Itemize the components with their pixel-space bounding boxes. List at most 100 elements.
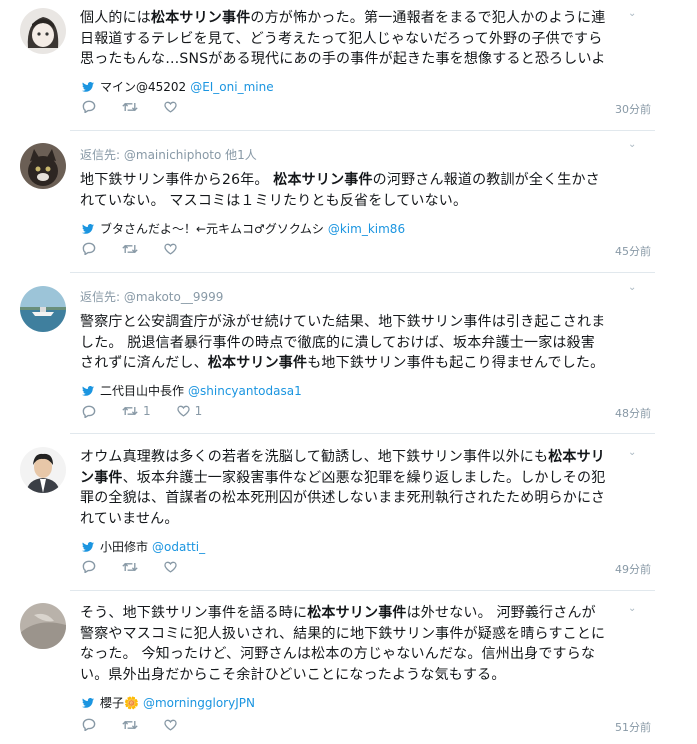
like-button[interactable] <box>164 561 177 573</box>
tweet-text-segment: れていません。 <box>80 510 179 527</box>
source-user-name[interactable]: 小田修市 <box>100 538 148 555</box>
timestamp[interactable]: 45分前 <box>615 243 651 259</box>
avatar[interactable] <box>20 8 66 54</box>
tweet-text: 警察庁と公安調査庁が泳がせ続けていた結果、地下鉄サリン事件は引き起こされま した。… <box>80 312 620 374</box>
tweet-text-line: されずに済んだし、松本サリン事件も地下鉄サリン事件も起こり得ませんでした。 <box>80 353 620 374</box>
source-user-handle[interactable]: @morninggloryJPN <box>143 696 255 710</box>
like-button[interactable] <box>164 243 177 255</box>
source-user[interactable]: 櫻子🌼 @morninggloryJPN <box>82 694 255 711</box>
reply-to-handle[interactable]: @mainichiphoto <box>124 148 221 162</box>
source-user[interactable]: マイン@45202 @EI_oni_mine <box>82 78 274 95</box>
heart-icon[interactable] <box>164 561 177 573</box>
tweet-separator <box>70 590 655 591</box>
source-user-name[interactable]: 二代目山中長作 <box>100 382 184 399</box>
tweet-text-segment: 罪の全貌は、首謀者の松本死刑囚が供述しないまま死刑執行されたため明らかにさ <box>80 490 606 506</box>
reply-button[interactable] <box>82 560 96 573</box>
avatar[interactable] <box>20 286 66 332</box>
source-user-handle[interactable]: @odatti_ <box>152 540 205 554</box>
reply-icon[interactable] <box>82 405 96 418</box>
reply-icon[interactable] <box>82 718 96 731</box>
source-user-name[interactable]: ブタさんだよ～！←元キムコ♂グソクムシ <box>100 220 324 237</box>
reply-button[interactable] <box>82 242 96 255</box>
source-user[interactable]: ブタさんだよ～！←元キムコ♂グソクムシ @kim_kim86 <box>82 220 405 237</box>
avatar[interactable] <box>20 143 66 189</box>
source-user-handle[interactable]: @kim_kim86 <box>328 222 405 236</box>
avatar[interactable] <box>20 603 66 649</box>
retweet-icon[interactable] <box>122 405 138 417</box>
tweet-feed: 個人的には松本サリン事件の方が怖かった。第一通報者をまるで犯人かのように連 日報道… <box>0 0 697 744</box>
twitter-bird-icon <box>82 385 94 396</box>
retweet-button[interactable] <box>122 561 138 573</box>
keyword-highlight: 松本サリン事件 <box>207 355 308 371</box>
like-count: 1 <box>194 404 203 418</box>
like-button[interactable] <box>164 101 177 113</box>
chevron-down-icon[interactable]: ⌄ <box>628 282 636 293</box>
source-user[interactable]: 小田修市 @odatti_ <box>82 538 205 555</box>
tweet-text-segment: した。 脱退信者暴行事件の時点で徹底的に潰しておけば、坂本弁護士一家は殺害 <box>80 334 596 351</box>
keyword-highlight: 松本サリン事件 <box>307 605 407 621</box>
twitter-bird-icon <box>82 81 94 92</box>
heart-icon[interactable] <box>164 101 177 113</box>
tweet-text-line: い。県外出身だからこそ余計ひどいことになったような気もする。 <box>80 665 620 686</box>
tweet-text-line: 罪の全貌は、首謀者の松本死刑囚が供述しないまま死刑執行されたため明らかにさ <box>80 488 620 509</box>
tweet-actions: 11 <box>82 404 228 418</box>
timestamp[interactable]: 51分前 <box>615 719 651 735</box>
chevron-down-icon[interactable]: ⌄ <box>628 447 636 458</box>
timestamp[interactable]: 48分前 <box>615 405 651 421</box>
retweet-count: 1 <box>143 404 151 418</box>
keyword-highlight: 松本サリン事件 <box>273 172 373 188</box>
reply-button[interactable] <box>82 405 96 418</box>
like-button[interactable]: 1 <box>176 404 203 418</box>
retweet-icon[interactable] <box>122 243 138 255</box>
twitter-bird-icon <box>82 223 94 234</box>
avatar[interactable] <box>20 447 66 493</box>
reply-to-line: 返信先: @mainichiphoto 他1人 <box>80 146 257 163</box>
reply-button[interactable] <box>82 718 96 731</box>
tweet-text-segment: の方が怖かった。第一通報者をまるで犯人かのように連 <box>250 10 606 26</box>
chevron-down-icon[interactable]: ⌄ <box>628 8 636 19</box>
reply-to-others[interactable]: 他1人 <box>225 148 257 162</box>
heart-icon[interactable] <box>164 243 177 255</box>
source-user-handle[interactable]: @shincyantodasa1 <box>188 384 302 398</box>
tweet-text-segment: い。県外出身だからこそ余計ひどいことになったような気もする。 <box>80 666 506 683</box>
retweet-button[interactable] <box>122 101 138 113</box>
reply-icon[interactable] <box>82 242 96 255</box>
tweet-text-line: した。 脱退信者暴行事件の時点で徹底的に潰しておけば、坂本弁護士一家は殺害 <box>80 333 620 354</box>
tweet-text-segment: 、坂本弁護士一家殺害事件など凶悪な犯罪を繰り返しました。しかしその犯 <box>122 469 606 486</box>
reply-to-line: 返信先: @makoto__9999 <box>80 288 223 305</box>
tweet-text-segment: オウム真理教は多くの若者を洗脳して勧誘し、地下鉄サリン事件以外にも <box>80 449 549 465</box>
tweet-separator <box>70 433 655 434</box>
keyword-highlight: 松本サリ <box>548 449 605 465</box>
heart-icon[interactable] <box>176 405 190 417</box>
retweet-icon[interactable] <box>122 561 138 573</box>
like-button[interactable] <box>164 719 177 731</box>
retweet-button[interactable] <box>122 719 138 731</box>
retweet-button[interactable]: 1 <box>122 404 151 418</box>
timestamp[interactable]: 49分前 <box>615 561 651 577</box>
tweet-text-segment: れていない。 マスコミは１ミリたりとも反省をしていない。 <box>80 192 468 209</box>
chevron-down-icon[interactable]: ⌄ <box>628 139 636 150</box>
tweet-actions <box>82 718 203 731</box>
retweet-button[interactable] <box>122 243 138 255</box>
reply-icon[interactable] <box>82 560 96 573</box>
tweet-text-segment: の河野さん報道の教訓が全く生かさ <box>372 172 600 188</box>
timestamp[interactable]: 30分前 <box>615 101 651 117</box>
tweet-text: オウム真理教は多くの若者を洗脳して勧誘し、地下鉄サリン事件以外にも松本サリン事件… <box>80 447 620 529</box>
retweet-icon[interactable] <box>122 101 138 113</box>
tweet-text-line: ン事件、坂本弁護士一家殺害事件など凶悪な犯罪を繰り返しました。しかしその犯 <box>80 468 620 489</box>
reply-icon[interactable] <box>82 100 96 113</box>
twitter-bird-icon <box>82 541 94 552</box>
retweet-icon[interactable] <box>122 719 138 731</box>
reply-to-handle[interactable]: @makoto__9999 <box>124 290 224 304</box>
chevron-down-icon[interactable]: ⌄ <box>628 603 636 614</box>
reply-button[interactable] <box>82 100 96 113</box>
tweet-text-segment: 警察やマスコミに犯人扱いされ、結果的に地下鉄サリン事件が疑惑を晴らすことに <box>80 625 606 642</box>
tweet-text-segment: は外せない。 河野義行さんが <box>406 605 596 621</box>
source-user-name[interactable]: 櫻子🌼 <box>100 694 139 711</box>
tweet-actions <box>82 242 203 255</box>
source-user-name[interactable]: マイン@45202 <box>100 78 186 95</box>
reply-to-prefix: 返信先: <box>80 148 121 162</box>
heart-icon[interactable] <box>164 719 177 731</box>
source-user-handle[interactable]: @EI_oni_mine <box>190 80 273 94</box>
source-user[interactable]: 二代目山中長作 @shincyantodasa1 <box>82 382 302 399</box>
